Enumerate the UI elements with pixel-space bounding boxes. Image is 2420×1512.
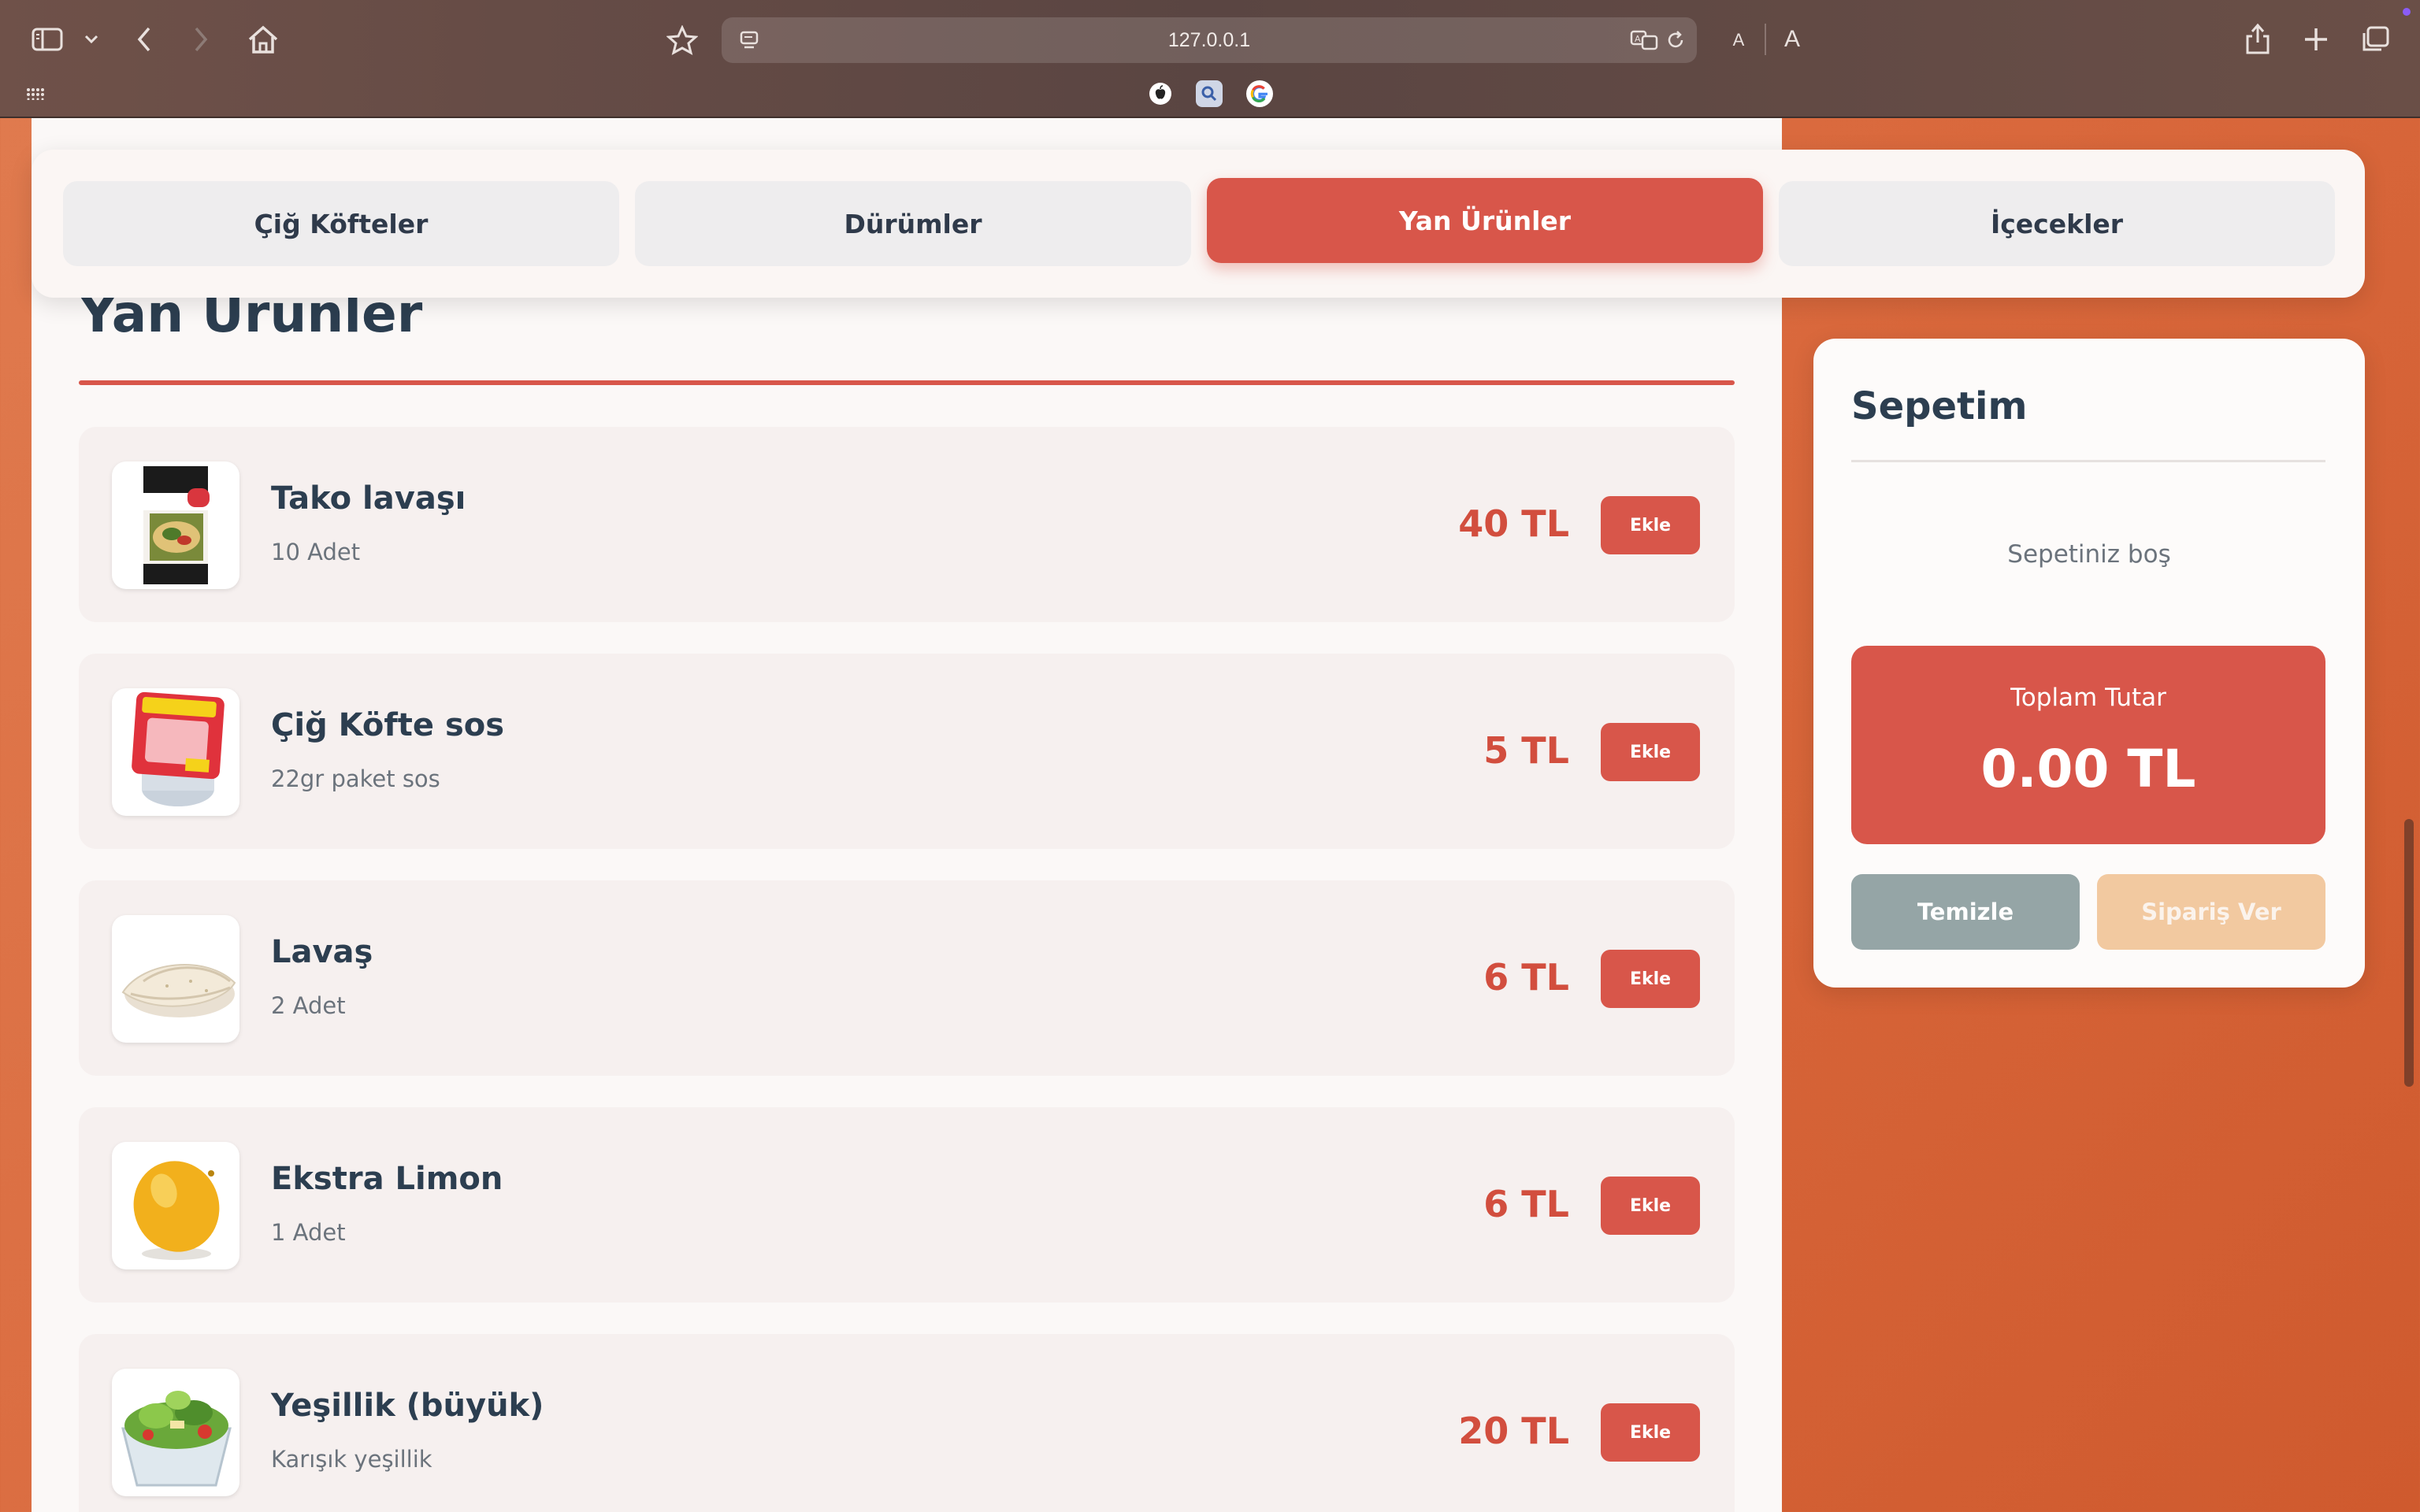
cart-divider [1851,460,2325,462]
tab-overview-icon[interactable] [2359,24,2392,55]
sidebar-toggle-icon[interactable] [30,25,65,54]
reload-icon[interactable] [1664,28,1687,52]
text-larger-icon[interactable]: A [1779,24,1806,55]
place-order-button[interactable]: Sipariş Ver [2097,874,2325,950]
product-price: 40 TL [1458,502,1569,545]
flatbread-image [112,915,239,1043]
tab-durumler[interactable]: Dürümler [635,181,1191,266]
product-name: Ekstra Limon [271,1161,503,1197]
chevron-down-icon[interactable] [82,30,101,49]
product-name: Lavaş [271,934,373,970]
apps-grid-icon[interactable] [25,85,46,102]
text-smaller-icon[interactable]: A [1727,27,1750,54]
product-card: Ekstra Limon 1 Adet 6 TL Ekle [79,1107,1735,1303]
total-label: Toplam Tutar [2010,684,2166,712]
forward-icon[interactable] [189,24,213,55]
product-description: 22gr paket sos [271,765,440,792]
cart-title: Sepetim [1851,384,2028,428]
search-favorite-icon[interactable] [1196,80,1223,107]
product-card: Tako lavaşı 10 Adet 40 TL Ekle [79,427,1735,622]
product-price: 5 TL [1483,729,1569,772]
google-favorite-icon[interactable] [1246,80,1273,107]
cart-panel: Sepetim Sepetiniz boş Toplam Tutar 0.00 … [1813,339,2365,988]
product-price: 6 TL [1483,956,1569,999]
product-price: 6 TL [1483,1183,1569,1225]
home-icon[interactable] [246,22,280,57]
sauce-packet-image [112,688,239,816]
tortilla-pack-image [112,461,239,589]
notification-dot-icon [2403,8,2411,16]
product-description: 10 Adet [271,539,361,565]
clear-cart-button[interactable]: Temizle [1851,874,2080,950]
product-card: Yeşillik (büyük) Karışık yeşillik 20 TL … [79,1334,1735,1512]
bookmark-star-icon[interactable] [665,24,700,57]
add-to-cart-button[interactable]: Ekle [1601,1403,1700,1462]
category-tabs: Çiğ Köfteler Dürümler Yan Ürünler İçecek… [32,150,2365,298]
address-bar[interactable]: 127.0.0.1 A [722,17,1697,63]
page-scrollbar[interactable] [2404,819,2414,1087]
toolbar-divider [1765,24,1766,55]
back-icon[interactable] [132,24,156,55]
product-card: Çiğ Köfte sos 22gr paket sos 5 TL Ekle [79,654,1735,849]
add-to-cart-button[interactable]: Ekle [1601,1177,1700,1235]
product-name: Yeşillik (büyük) [271,1388,544,1424]
add-to-cart-button[interactable]: Ekle [1601,950,1700,1008]
add-to-cart-button[interactable]: Ekle [1601,496,1700,554]
svg-text:A: A [1635,34,1641,44]
tab-yan-urunler[interactable]: Yan Ürünler [1207,178,1763,263]
total-amount: 0.00 TL [1980,739,2196,799]
cart-total-box: Toplam Tutar 0.00 TL [1851,646,2325,844]
translate-icon[interactable]: A [1629,27,1661,54]
lemon-image [112,1142,239,1269]
cart-empty-message: Sepetiniz boş [2007,540,2171,569]
product-price: 20 TL [1458,1410,1569,1452]
product-description: Karışık yeşillik [271,1446,432,1473]
product-card: Lavaş 2 Adet 6 TL Ekle [79,880,1735,1076]
new-tab-icon[interactable] [2300,24,2332,55]
section-divider [79,380,1735,385]
url-text: 127.0.0.1 [1167,29,1251,51]
product-name: Tako lavaşı [271,480,466,517]
browser-toolbar: 127.0.0.1 A A A [0,0,2420,118]
product-name: Çiğ Köfte sos [271,707,505,743]
greens-bowl-image [112,1369,239,1496]
tab-icecekler[interactable]: İçecekler [1779,181,2335,266]
add-to-cart-button[interactable]: Ekle [1601,723,1700,781]
apple-favorite-icon[interactable] [1147,80,1174,107]
product-description: 1 Adet [271,1219,346,1246]
tab-cig-kofteler[interactable]: Çiğ Köfteler [63,181,619,266]
product-description: 2 Adet [271,992,346,1019]
share-icon[interactable] [2242,20,2273,57]
